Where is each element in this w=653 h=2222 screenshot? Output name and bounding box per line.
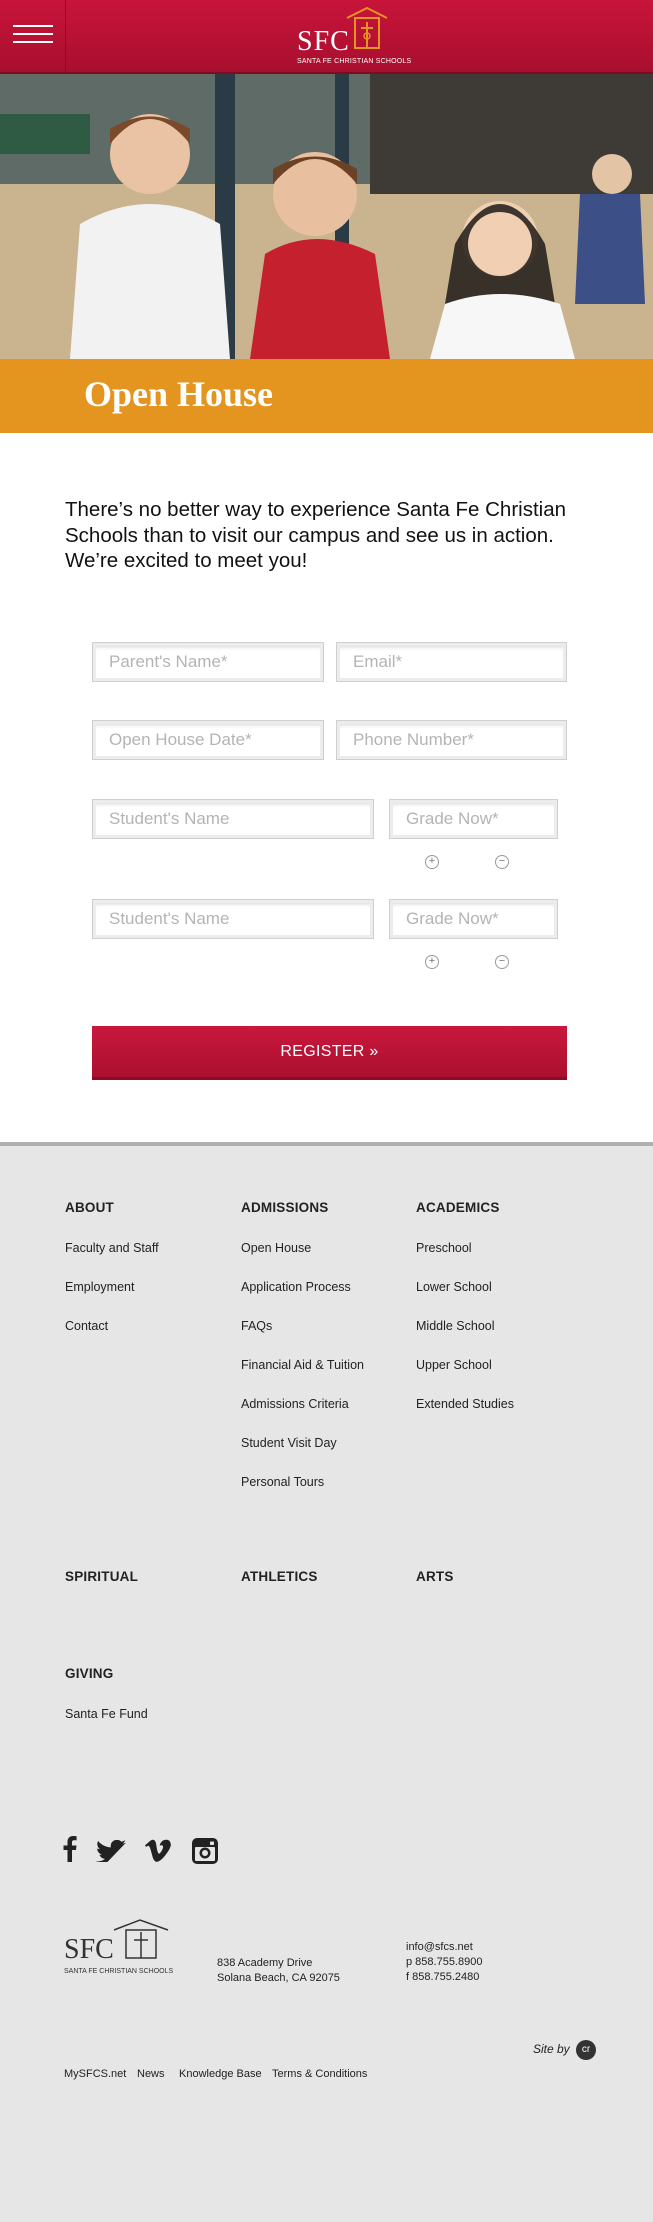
footer-link[interactable]: Middle School <box>416 1319 495 1333</box>
email-link[interactable]: info@sfcs.net <box>406 1940 482 1955</box>
footer-heading-giving[interactable]: GIVING <box>65 1666 113 1681</box>
logo-text: SFC <box>297 26 350 57</box>
remove-student-icon[interactable]: − <box>495 855 509 869</box>
footer-logo[interactable]: SFC SANTA FE CHRISTIAN SCHOOLS <box>64 1918 179 1976</box>
open-house-date-input[interactable] <box>93 721 323 759</box>
footer-link[interactable]: Personal Tours <box>241 1475 324 1489</box>
site-header: SFC SANTA FE CHRISTIAN SCHOOLS <box>0 0 653 74</box>
bell-tower-icon <box>113 1919 169 1959</box>
bottom-link-terms[interactable]: Terms & Conditions <box>272 2068 367 2080</box>
grade-now-field[interactable] <box>389 799 558 839</box>
cr-logo-icon: cr <box>576 2040 597 2060</box>
footer-heading-spiritual[interactable]: SPIRITUAL <box>65 1569 138 1584</box>
student-name-field[interactable] <box>92 799 374 839</box>
footer-logo-subtitle: SANTA FE CHRISTIAN SCHOOLS <box>64 1968 174 1975</box>
hamburger-menu-icon[interactable] <box>0 0 66 72</box>
remove-student-icon[interactable]: − <box>495 955 509 969</box>
page-title-band: Open House <box>0 359 653 433</box>
email-field[interactable] <box>336 642 567 682</box>
site-logo[interactable]: SFC SANTA FE CHRISTIAN SCHOOLS <box>297 6 411 68</box>
footer-link[interactable]: Extended Studies <box>416 1397 514 1411</box>
open-house-date-field[interactable] <box>92 720 324 760</box>
footer-link[interactable]: Faculty and Staff <box>65 1241 159 1255</box>
hero-photo <box>0 74 653 359</box>
facebook-icon[interactable] <box>63 1836 77 1862</box>
footer-link[interactable]: Admissions Criteria <box>241 1397 349 1411</box>
site-footer: ABOUT Faculty and Staff Employment Conta… <box>0 1150 653 2222</box>
footer-link[interactable]: Open House <box>241 1241 311 1255</box>
bottom-link-news[interactable]: News <box>137 2068 165 2080</box>
vimeo-icon[interactable] <box>145 1839 171 1863</box>
register-button[interactable]: REGISTER » <box>92 1026 567 1080</box>
grade-now-input[interactable] <box>390 800 557 838</box>
student-name-input[interactable] <box>93 800 373 838</box>
footer-link[interactable]: Financial Aid & Tuition <box>241 1358 364 1372</box>
add-student-icon[interactable]: + <box>425 855 439 869</box>
footer-heading-athletics[interactable]: ATHLETICS <box>241 1569 318 1584</box>
contact-info: info@sfcs.net p 858.755.8900 f 858.755.2… <box>406 1940 482 1985</box>
email-input[interactable] <box>337 643 566 681</box>
footer-logo-text: SFC <box>64 1934 114 1965</box>
footer-heading-arts[interactable]: ARTS <box>416 1569 454 1584</box>
student-name-field[interactable] <box>92 899 374 939</box>
footer-link[interactable]: Preschool <box>416 1241 472 1255</box>
phone-number-field[interactable] <box>336 720 567 760</box>
footer-link[interactable]: Upper School <box>416 1358 492 1372</box>
instagram-icon[interactable] <box>192 1838 218 1864</box>
parent-name-input[interactable] <box>93 643 323 681</box>
footer-link[interactable]: Student Visit Day <box>241 1436 337 1450</box>
intro-text: There’s no better way to experience Sant… <box>65 498 566 572</box>
parent-name-field[interactable] <box>92 642 324 682</box>
footer-link[interactable]: Application Process <box>241 1280 351 1294</box>
site-by-credit[interactable]: Site by cr <box>533 2040 597 2060</box>
address-line: Solana Beach, CA 92075 <box>217 1972 340 1984</box>
footer-link[interactable]: Employment <box>65 1280 134 1294</box>
student-name-input[interactable] <box>93 900 373 938</box>
bottom-link-knowledge-base[interactable]: Knowledge Base <box>179 2068 262 2080</box>
bottom-link-mysfcs[interactable]: MySFCS.net <box>64 2068 126 2080</box>
footer-link[interactable]: FAQs <box>241 1319 272 1333</box>
logo-subtitle: SANTA FE CHRISTIAN SCHOOLS <box>297 58 412 65</box>
phone-number: p 858.755.8900 <box>406 1956 483 1968</box>
fax-number: f 858.755.2480 <box>406 1971 480 1983</box>
footer-link[interactable]: Contact <box>65 1319 108 1333</box>
address-line: 838 Academy Drive <box>217 1957 313 1969</box>
footer-link[interactable]: Santa Fe Fund <box>65 1707 148 1721</box>
footer-heading-about[interactable]: ABOUT <box>65 1200 114 1215</box>
twitter-icon[interactable] <box>96 1840 126 1862</box>
phone-number-input[interactable] <box>337 721 566 759</box>
grade-now-input[interactable] <box>390 900 557 938</box>
add-student-icon[interactable]: + <box>425 955 439 969</box>
address: 838 Academy Drive Solana Beach, CA 92075 <box>217 1956 340 1986</box>
footer-heading-admissions[interactable]: ADMISSIONS <box>241 1200 329 1215</box>
grade-now-field[interactable] <box>389 899 558 939</box>
footer-heading-academics[interactable]: ACADEMICS <box>416 1200 500 1215</box>
footer-link[interactable]: Lower School <box>416 1280 492 1294</box>
main-content: There’s no better way to experience Sant… <box>0 433 653 1146</box>
site-by-label: Site by <box>533 2042 570 2057</box>
page-title: Open House <box>84 374 274 414</box>
